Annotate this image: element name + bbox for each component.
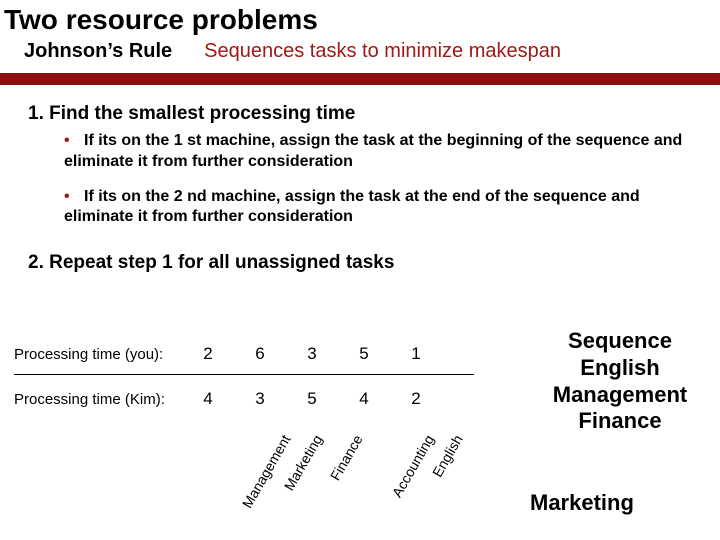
- footer-note: Marketing: [530, 490, 634, 516]
- bullet-icon: •: [64, 187, 74, 208]
- cell: 3: [286, 344, 338, 364]
- bullet-1: •If its on the 1 st machine, assign the …: [64, 131, 696, 173]
- cell: 3: [234, 389, 286, 409]
- sequence-item: Management: [530, 382, 710, 409]
- col-label: Accounting: [389, 432, 437, 500]
- rule-description: Sequences tasks to minimize makespan: [204, 40, 561, 63]
- column-labels: Management Marketing Finance Accounting …: [182, 418, 482, 538]
- sequence-item: Finance: [530, 408, 710, 435]
- cell: 1: [390, 344, 442, 364]
- sequence-header: Sequence: [530, 328, 710, 355]
- col-label: Management: [239, 432, 294, 511]
- cell: 4: [338, 389, 390, 409]
- divider-bar: [0, 73, 720, 85]
- sequence-box: Sequence English Management Finance: [530, 328, 710, 435]
- step-1: 1. Find the smallest processing time: [0, 103, 720, 131]
- bullet-2-text: If its on the 2 nd machine, assign the t…: [64, 188, 640, 226]
- page-title: Two resource problems: [0, 0, 720, 36]
- processing-time-table: Processing time (you): 2 6 3 5 1 Process…: [14, 336, 494, 417]
- table-row: Processing time (Kim): 4 3 5 4 2: [14, 381, 494, 417]
- table-row: Processing time (you): 2 6 3 5 1: [14, 336, 494, 372]
- cell: 4: [182, 389, 234, 409]
- cell: 2: [390, 389, 442, 409]
- subhead: Johnson’s Rule Sequences tasks to minimi…: [0, 36, 720, 63]
- cell: 5: [338, 344, 390, 364]
- row-label-kim: Processing time (Kim):: [14, 391, 182, 408]
- bullet-1-text: If its on the 1 st machine, assign the t…: [64, 132, 682, 170]
- bullet-2: •If its on the 2 nd machine, assign the …: [64, 187, 696, 229]
- row-label-you: Processing time (you):: [14, 346, 182, 363]
- cell: 2: [182, 344, 234, 364]
- cell: 5: [286, 389, 338, 409]
- col-label: Finance: [327, 432, 366, 483]
- table-divider: [14, 374, 474, 375]
- rule-name: Johnson’s Rule: [24, 40, 172, 63]
- cell: 6: [234, 344, 286, 364]
- sequence-item: English: [530, 355, 710, 382]
- step-2: 2. Repeat step 1 for all unassigned task…: [0, 252, 720, 280]
- bullet-icon: •: [64, 131, 74, 152]
- bullet-list: •If its on the 1 st machine, assign the …: [0, 131, 720, 252]
- slide: Two resource problems Johnson’s Rule Seq…: [0, 0, 720, 540]
